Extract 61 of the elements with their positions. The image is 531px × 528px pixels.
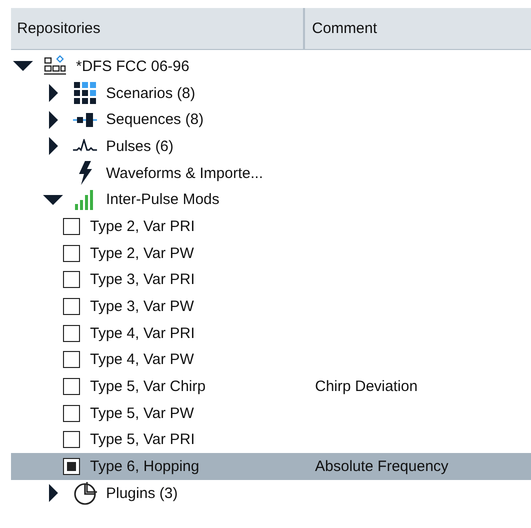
- tree-row[interactable]: Plugins (3): [11, 480, 531, 507]
- tree-row[interactable]: Type 2, Var PW: [11, 240, 531, 266]
- item-label: Type 2, Var PW: [90, 244, 194, 262]
- collapse-arrow-icon[interactable]: [13, 61, 33, 72]
- checkbox[interactable]: [63, 271, 80, 288]
- item-label: Pulses (6): [106, 138, 174, 155]
- checkbox[interactable]: [63, 298, 80, 316]
- checkbox[interactable]: [63, 351, 80, 368]
- collapse-arrow-icon[interactable]: [43, 194, 63, 205]
- item-label: Type 6, Hopping: [90, 458, 200, 476]
- item-label: Type 5, Var PW: [90, 404, 194, 422]
- comment-text: Chirp Deviation: [314, 378, 418, 396]
- item-label: Plugins (3): [106, 484, 178, 502]
- tree-row[interactable]: Type 2, Var PRI: [11, 213, 531, 240]
- item-label: *DFS FCC 06-96: [76, 58, 190, 75]
- tree-row[interactable]: Type 3, Var PW: [11, 293, 531, 320]
- tree-row[interactable]: Type 4, Var PW: [11, 346, 531, 374]
- item-label: Sequences (8): [106, 111, 204, 128]
- checkbox[interactable]: [63, 431, 80, 448]
- tree-row[interactable]: Type 5, Var PW: [11, 400, 531, 427]
- grid-icon: [73, 81, 97, 106]
- tree-row[interactable]: Waveforms & Importe...: [11, 160, 531, 186]
- tree-row[interactable]: Pulses (6): [11, 133, 531, 160]
- tree-row[interactable]: Inter-Pulse Mods: [11, 186, 531, 214]
- item-label: Inter-Pulse Mods: [106, 191, 220, 208]
- item-label: Type 3, Var PW: [90, 298, 194, 316]
- checkbox[interactable]: [63, 244, 80, 262]
- item-label: Scenarios (8): [106, 84, 196, 102]
- tree-row[interactable]: Type 5, Var PRI: [11, 426, 531, 454]
- connector-icon: [73, 112, 97, 127]
- tree-row[interactable]: Sequences (8): [11, 106, 531, 134]
- checkbox[interactable]: [63, 324, 80, 342]
- checkbox[interactable]: [63, 378, 80, 396]
- item-label: Type 4, Var PW: [90, 351, 194, 368]
- item-label: Type 4, Var PRI: [90, 324, 195, 342]
- checkbox[interactable]: [63, 404, 80, 422]
- column-header[interactable]: Repositories: [17, 20, 100, 37]
- item-label: Waveforms & Importe...: [106, 164, 263, 182]
- tree-row[interactable]: Scenarios (8): [11, 80, 531, 106]
- item-label: Type 2, Var PRI: [90, 218, 195, 235]
- expand-arrow-icon[interactable]: [48, 84, 58, 102]
- column-header[interactable]: Comment: [312, 20, 378, 37]
- tree-row[interactable]: *DFS FCC 06-96: [11, 53, 531, 80]
- expand-arrow-icon[interactable]: [48, 110, 58, 129]
- tree-row[interactable]: Type 3, Var PRI: [11, 266, 531, 294]
- expand-arrow-icon[interactable]: [48, 137, 58, 156]
- tree-row[interactable]: Type 4, Var PRI: [11, 320, 531, 347]
- blocks-icon: [43, 55, 67, 78]
- bars-icon: [75, 190, 95, 210]
- pulse-icon: [73, 139, 97, 154]
- item-label: Type 3, Var PRI: [90, 271, 195, 288]
- checkbox[interactable]: [63, 458, 80, 476]
- item-label: Type 5, Var PRI: [90, 431, 195, 448]
- checkbox[interactable]: [63, 218, 80, 235]
- comment-text: Absolute Frequency: [314, 458, 448, 476]
- item-label: Type 5, Var Chirp: [90, 378, 206, 396]
- lightning-icon: [78, 161, 92, 186]
- tree-row[interactable]: Type 6, Hopping Absolute Frequency: [11, 453, 531, 480]
- tree-row[interactable]: Type 5, Var Chirp Chirp Deviation: [11, 373, 531, 400]
- expand-arrow-icon[interactable]: [48, 484, 58, 502]
- pie-chart-icon: [73, 481, 97, 506]
